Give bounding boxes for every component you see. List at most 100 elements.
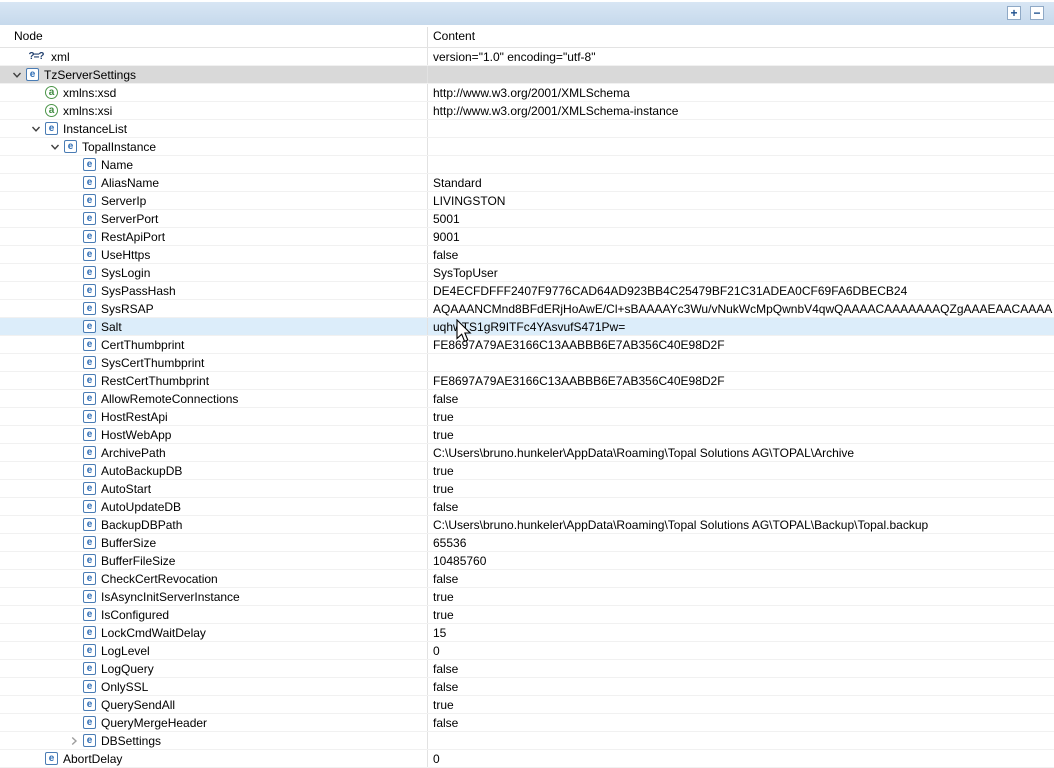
node-content[interactable]: C:\Users\bruno.hunkeler\AppData\Roaming\… bbox=[427, 444, 1054, 461]
node-content[interactable]: true bbox=[427, 696, 1054, 713]
tree-row[interactable]: e QuerySendAll true bbox=[0, 696, 1054, 714]
toolbar: + − bbox=[0, 2, 1054, 25]
tree-row[interactable]: e RestCertThumbprint FE8697A79AE3166C13A… bbox=[0, 372, 1054, 390]
node-content[interactable]: 9001 bbox=[427, 228, 1054, 245]
chevron-expanded-icon[interactable] bbox=[46, 142, 64, 152]
node-content[interactable]: LIVINGSTON bbox=[427, 192, 1054, 209]
node-content[interactable]: Standard bbox=[427, 174, 1054, 191]
tree-row[interactable]: e HostWebApp true bbox=[0, 426, 1054, 444]
node-cell: e RestApiPort bbox=[0, 228, 427, 245]
node-content[interactable]: false bbox=[427, 498, 1054, 515]
column-divider[interactable] bbox=[427, 27, 428, 47]
tree-row[interactable]: e SysPassHash DE4ECFDFFF2407F9776CAD64AD… bbox=[0, 282, 1054, 300]
tree-row[interactable]: e CertThumbprint FE8697A79AE3166C13AABBB… bbox=[0, 336, 1054, 354]
node-content[interactable] bbox=[427, 732, 1054, 749]
node-content[interactable]: http://www.w3.org/2001/XMLSchema bbox=[427, 84, 1054, 101]
tree-row[interactable]: e InstanceList bbox=[0, 120, 1054, 138]
node-content[interactable] bbox=[427, 354, 1054, 371]
node-content[interactable]: DE4ECFDFFF2407F9776CAD64AD923BB4C25479BF… bbox=[427, 282, 1054, 299]
tree-row[interactable]: e ServerIp LIVINGSTON bbox=[0, 192, 1054, 210]
chevron-expanded-icon[interactable] bbox=[8, 70, 26, 80]
tree-row[interactable]: e AllowRemoteConnections false bbox=[0, 390, 1054, 408]
node-label: AllowRemoteConnections bbox=[101, 392, 238, 406]
tree-row[interactable]: e ServerPort 5001 bbox=[0, 210, 1054, 228]
node-content[interactable]: true bbox=[427, 480, 1054, 497]
tree-row[interactable]: e AutoUpdateDB false bbox=[0, 498, 1054, 516]
tree-row[interactable]: e BufferFileSize 10485760 bbox=[0, 552, 1054, 570]
tree-row[interactable]: a xmlns:xsi http://www.w3.org/2001/XMLSc… bbox=[0, 102, 1054, 120]
element-icon: e bbox=[83, 644, 96, 657]
xml-tree: ?=? xml version="1.0" encoding="utf-8" e… bbox=[0, 48, 1054, 768]
node-content[interactable]: 5001 bbox=[427, 210, 1054, 227]
tree-row[interactable]: e SysRSAP AQAAANCMnd8BFdERjHoAwE/Cl+sBAA… bbox=[0, 300, 1054, 318]
node-label: SysLogin bbox=[101, 266, 150, 280]
node-content[interactable] bbox=[427, 156, 1054, 173]
node-content[interactable]: false bbox=[427, 678, 1054, 695]
node-content[interactable]: true bbox=[427, 606, 1054, 623]
tree-row[interactable]: e AutoStart true bbox=[0, 480, 1054, 498]
tree-row[interactable]: e ArchivePath C:\Users\bruno.hunkeler\Ap… bbox=[0, 444, 1054, 462]
expand-all-button[interactable]: + bbox=[1007, 6, 1021, 20]
node-label: InstanceList bbox=[63, 122, 127, 136]
node-content[interactable]: SysTopUser bbox=[427, 264, 1054, 281]
tree-row[interactable]: e Salt uqhwTS1gR9ITFc4YAsvufS471Pw= bbox=[0, 318, 1054, 336]
tree-row[interactable]: e Name bbox=[0, 156, 1054, 174]
tree-row[interactable]: e QueryMergeHeader false bbox=[0, 714, 1054, 732]
tree-row[interactable]: e AliasName Standard bbox=[0, 174, 1054, 192]
node-content[interactable] bbox=[427, 66, 1054, 83]
node-content[interactable]: false bbox=[427, 390, 1054, 407]
chevron-collapsed-icon[interactable] bbox=[65, 736, 83, 746]
node-content[interactable]: 0 bbox=[427, 642, 1054, 659]
node-content[interactable]: 10485760 bbox=[427, 552, 1054, 569]
node-content[interactable]: true bbox=[427, 408, 1054, 425]
node-content[interactable]: 15 bbox=[427, 624, 1054, 641]
node-cell: e Name bbox=[0, 156, 427, 173]
tree-row[interactable]: e IsAsyncInitServerInstance true bbox=[0, 588, 1054, 606]
tree-row[interactable]: e OnlySSL false bbox=[0, 678, 1054, 696]
node-content[interactable]: FE8697A79AE3166C13AABBB6E7AB356C40E98D2F bbox=[427, 336, 1054, 353]
tree-row[interactable]: e UseHttps false bbox=[0, 246, 1054, 264]
tree-row[interactable]: e CheckCertRevocation false bbox=[0, 570, 1054, 588]
collapse-all-button[interactable]: − bbox=[1030, 6, 1044, 20]
node-content[interactable]: uqhwTS1gR9ITFc4YAsvufS471Pw= bbox=[427, 318, 1054, 335]
node-content[interactable]: true bbox=[427, 588, 1054, 605]
node-content[interactable]: 0 bbox=[427, 750, 1054, 767]
tree-row[interactable]: e DBSettings bbox=[0, 732, 1054, 750]
node-content[interactable]: FE8697A79AE3166C13AABBB6E7AB356C40E98D2F bbox=[427, 372, 1054, 389]
tree-row[interactable]: e HostRestApi true bbox=[0, 408, 1054, 426]
element-icon: e bbox=[45, 122, 58, 135]
tree-row[interactable]: e TzServerSettings bbox=[0, 66, 1054, 84]
node-content[interactable]: C:\Users\bruno.hunkeler\AppData\Roaming\… bbox=[427, 516, 1054, 533]
node-content[interactable]: true bbox=[427, 462, 1054, 479]
node-content[interactable]: false bbox=[427, 660, 1054, 677]
tree-row[interactable]: e RestApiPort 9001 bbox=[0, 228, 1054, 246]
node-content[interactable]: http://www.w3.org/2001/XMLSchema-instanc… bbox=[427, 102, 1054, 119]
node-content[interactable] bbox=[427, 120, 1054, 137]
tree-row[interactable]: a xmlns:xsd http://www.w3.org/2001/XMLSc… bbox=[0, 84, 1054, 102]
tree-row[interactable]: e BufferSize 65536 bbox=[0, 534, 1054, 552]
node-content[interactable]: false bbox=[427, 570, 1054, 587]
tree-row[interactable]: e AutoBackupDB true bbox=[0, 462, 1054, 480]
node-content[interactable]: false bbox=[427, 714, 1054, 731]
tree-row[interactable]: e IsConfigured true bbox=[0, 606, 1054, 624]
tree-row[interactable]: e LockCmdWaitDelay 15 bbox=[0, 624, 1054, 642]
tree-row[interactable]: e SysLogin SysTopUser bbox=[0, 264, 1054, 282]
element-icon: e bbox=[83, 698, 96, 711]
node-content[interactable]: false bbox=[427, 246, 1054, 263]
tree-row[interactable]: e LogLevel 0 bbox=[0, 642, 1054, 660]
tree-row[interactable]: e LogQuery false bbox=[0, 660, 1054, 678]
tree-row[interactable]: e BackupDBPath C:\Users\bruno.hunkeler\A… bbox=[0, 516, 1054, 534]
tree-row[interactable]: e TopalInstance bbox=[0, 138, 1054, 156]
node-label: SysRSAP bbox=[101, 302, 154, 316]
node-content[interactable] bbox=[427, 138, 1054, 155]
node-content[interactable]: 65536 bbox=[427, 534, 1054, 551]
node-content[interactable]: true bbox=[427, 426, 1054, 443]
tree-row[interactable]: e SysCertThumbprint bbox=[0, 354, 1054, 372]
tree-row[interactable]: e AbortDelay 0 bbox=[0, 750, 1054, 768]
chevron-expanded-icon[interactable] bbox=[27, 124, 45, 134]
tree-row[interactable]: ?=? xml version="1.0" encoding="utf-8" bbox=[0, 48, 1054, 66]
node-content[interactable]: AQAAANCMnd8BFdERjHoAwE/Cl+sBAAAAYc3Wu/vN… bbox=[427, 300, 1054, 317]
node-label: OnlySSL bbox=[101, 680, 148, 694]
node-content[interactable]: version="1.0" encoding="utf-8" bbox=[427, 48, 1054, 65]
node-cell: ?=? xml bbox=[0, 48, 427, 65]
